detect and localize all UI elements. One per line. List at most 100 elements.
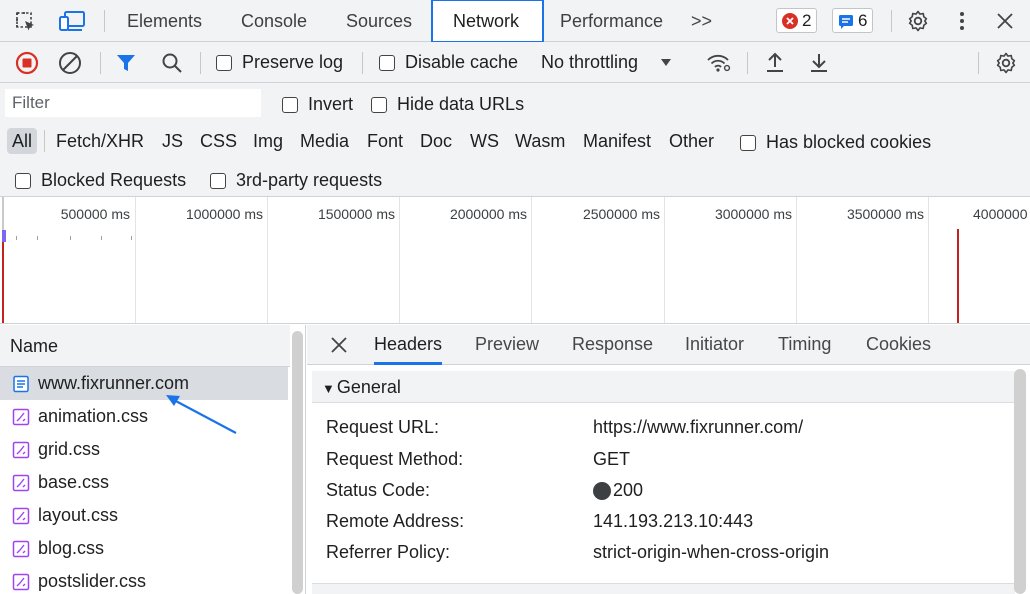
request-row-grid-css[interactable]: grid.css <box>0 433 288 466</box>
hide-data-urls-toggle[interactable]: Hide data URLs <box>371 94 524 115</box>
stylesheet-icon <box>12 441 30 459</box>
blocked-requests-checkbox[interactable] <box>15 172 31 189</box>
disable-cache-toggle[interactable]: Disable cache <box>379 52 518 73</box>
third-party-toggle[interactable]: 3rd-party requests <box>210 170 382 191</box>
disable-cache-checkbox[interactable] <box>379 54 395 71</box>
more-tabs-button[interactable]: >> <box>691 0 712 42</box>
tab-cookies[interactable]: Cookies <box>866 325 931 365</box>
timeline-tick-label: 1500000 ms <box>317 206 395 222</box>
hide-data-urls-checkbox[interactable] <box>371 96 387 113</box>
tab-preview[interactable]: Preview <box>475 325 539 365</box>
timeline-gridline <box>928 197 929 323</box>
type-filter-ws[interactable]: WS <box>470 128 499 154</box>
request-row-animation-css[interactable]: animation.css <box>0 400 288 433</box>
messages-badge[interactable]: 6 <box>832 8 874 33</box>
device-toolbar-icon[interactable] <box>58 9 86 33</box>
request-name: animation.css <box>38 406 149 426</box>
request-method-key: Request Method: <box>326 449 464 469</box>
timeline-tick-label: 2000000 ms <box>449 206 527 222</box>
more-options-icon[interactable] <box>952 10 972 32</box>
details-scrollbar[interactable] <box>1014 369 1026 594</box>
errors-badge[interactable]: 2 <box>776 8 818 33</box>
type-filter-media[interactable]: Media <box>300 128 349 154</box>
close-devtools-icon[interactable] <box>995 11 1015 31</box>
document-icon <box>12 375 30 393</box>
filter-input[interactable] <box>5 89 261 117</box>
invert-toggle[interactable]: Invert <box>282 94 353 115</box>
request-row-www-fixrunner-com[interactable]: www.fixrunner.com <box>0 367 288 400</box>
status-dot-icon <box>593 481 611 500</box>
timeline-request-bar <box>101 236 102 240</box>
collapse-triangle-icon: ▼ <box>322 381 335 396</box>
type-filter-doc[interactable]: Doc <box>420 128 452 154</box>
tab-headers[interactable]: Headers <box>374 325 443 365</box>
export-har-download-icon[interactable] <box>808 51 830 75</box>
clear-icon[interactable] <box>58 51 82 75</box>
blocked-requests-label: Blocked Requests <box>41 170 187 190</box>
request-details-pane: Headers Preview Response Initiator Timin… <box>307 325 1030 594</box>
type-filter-css[interactable]: CSS <box>200 128 237 154</box>
dropdown-arrow-icon <box>660 58 672 68</box>
throttling-select[interactable]: No throttling <box>541 52 672 73</box>
preserve-log-checkbox[interactable] <box>216 54 232 71</box>
close-details-icon[interactable] <box>330 336 348 354</box>
type-filter-all[interactable]: All <box>7 128 38 154</box>
tab-initiator[interactable]: Initiator <box>685 325 744 365</box>
status-code-text: 200 <box>613 480 644 500</box>
stop-recording-icon[interactable] <box>15 51 39 75</box>
has-blocked-cookies-toggle[interactable]: Has blocked cookies <box>740 132 931 153</box>
filter-bar: Invert Hide data URLs <box>0 83 1030 121</box>
preserve-log-toggle[interactable]: Preserve log <box>216 52 343 73</box>
inspect-element-icon[interactable] <box>14 10 38 34</box>
import-har-upload-icon[interactable] <box>764 51 786 75</box>
general-section-header[interactable]: ▼ General <box>312 371 1015 403</box>
tab-response[interactable]: Response <box>572 325 653 365</box>
search-icon[interactable] <box>160 51 184 75</box>
request-row-layout-css[interactable]: layout.css <box>0 499 288 532</box>
type-filter-img[interactable]: Img <box>253 128 283 154</box>
domcontentloaded-marker <box>2 242 4 323</box>
tab-performance[interactable]: Performance <box>560 0 663 42</box>
referrer-policy-value: strict-origin-when-cross-origin <box>593 542 830 562</box>
stylesheet-icon <box>12 573 30 591</box>
hide-data-urls-label: Hide data URLs <box>397 94 525 114</box>
tab-timing[interactable]: Timing <box>778 325 831 365</box>
referrer-policy-key: Referrer Policy: <box>326 542 451 562</box>
timeline-request-bar <box>2 230 6 242</box>
name-column-header[interactable]: Name <box>0 325 290 367</box>
tab-elements[interactable]: Elements <box>127 0 202 42</box>
type-filter-wasm[interactable]: Wasm <box>515 128 565 154</box>
disable-cache-label: Disable cache <box>405 52 519 72</box>
type-filter-font[interactable]: Font <box>367 128 403 154</box>
invert-checkbox[interactable] <box>282 96 298 113</box>
type-filter-manifest[interactable]: Manifest <box>583 128 651 154</box>
settings-gear-icon[interactable] <box>906 9 930 33</box>
type-filter-fetch-xhr[interactable]: Fetch/XHR <box>56 128 144 154</box>
network-settings-gear-icon[interactable] <box>994 51 1018 75</box>
filter-funnel-icon[interactable] <box>115 52 137 74</box>
network-conditions-icon[interactable] <box>706 52 732 74</box>
devtools-tab-bar: Elements Console Sources Network Perform… <box>0 0 1030 43</box>
timeline-request-bar <box>37 236 38 240</box>
stylesheet-icon <box>12 507 30 525</box>
request-row-base-css[interactable]: base.css <box>0 466 288 499</box>
tab-console[interactable]: Console <box>241 0 307 42</box>
stylesheet-icon <box>12 540 30 558</box>
request-row-postslider-css[interactable]: postslider.css <box>0 565 288 594</box>
request-row-blog-css[interactable]: blog.css <box>0 532 288 565</box>
type-filter-other[interactable]: Other <box>669 128 714 154</box>
tab-network[interactable]: Network <box>431 0 544 43</box>
blocked-filters-row: Blocked Requests 3rd-party requests <box>0 161 1030 197</box>
timeline-gridline <box>399 197 400 323</box>
has-blocked-cookies-checkbox[interactable] <box>740 134 756 151</box>
request-name: layout.css <box>38 505 119 525</box>
type-filter-js[interactable]: JS <box>162 128 183 154</box>
third-party-checkbox[interactable] <box>210 172 226 189</box>
tab-sources[interactable]: Sources <box>346 0 412 42</box>
timeline-tick-label: 2500000 ms <box>582 206 660 222</box>
request-list-scrollbar[interactable] <box>292 331 303 594</box>
load-event-marker <box>957 229 959 323</box>
blocked-requests-toggle[interactable]: Blocked Requests <box>15 170 186 191</box>
timeline-gridline <box>531 197 532 323</box>
network-overview-timeline[interactable]: 500000 ms 1000000 ms 1500000 ms 2000000 … <box>0 197 1030 324</box>
